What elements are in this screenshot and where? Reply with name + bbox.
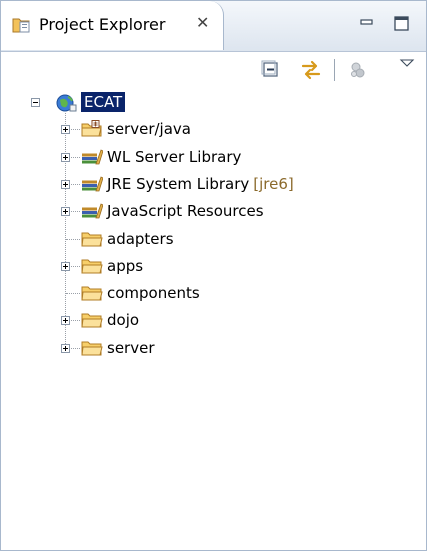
expand-toggle[interactable] <box>61 344 70 353</box>
expand-toggle[interactable] <box>61 180 70 189</box>
tab-title: Project Explorer <box>39 15 166 34</box>
tree-node-label: server <box>107 339 155 357</box>
tree-node-label: apps <box>107 257 144 275</box>
library-icon <box>81 175 104 193</box>
tree-node-label: WL Server Library <box>107 148 242 166</box>
tree-node[interactable]: apps <box>81 255 143 277</box>
tree-node-label: adapters <box>107 230 174 248</box>
tree-node[interactable]: components <box>81 282 200 304</box>
tree-node-label: server/java <box>107 120 191 138</box>
folder-icon <box>81 339 103 357</box>
expand-toggle[interactable] <box>61 207 70 216</box>
toolbar-separator <box>334 59 335 81</box>
maximize-icon[interactable] <box>393 15 411 37</box>
folder-icon <box>81 284 103 302</box>
tree-node[interactable]: JRE System Library [jre6] <box>81 173 294 195</box>
folder-icon <box>81 257 103 275</box>
expand-toggle[interactable] <box>61 125 70 134</box>
tree-root-node[interactable]: ECAT <box>55 91 126 113</box>
collapse-all-icon[interactable] <box>260 59 282 85</box>
tree-node-decoration: [jre6] <box>253 175 294 193</box>
web-project-icon <box>55 93 77 112</box>
view-tab-bar: Project Explorer ✕ <box>1 1 426 52</box>
collapse-root-toggle[interactable] <box>31 98 40 107</box>
minimize-icon[interactable] <box>359 15 375 35</box>
library-icon <box>81 148 104 166</box>
tree-guide-line <box>66 293 80 294</box>
disabled-action-icon[interactable] <box>347 59 369 85</box>
tree-node-label: dojo <box>107 311 140 329</box>
link-with-editor-icon[interactable] <box>299 59 323 85</box>
tab-project-explorer[interactable]: Project Explorer ✕ <box>1 1 224 50</box>
folder-icon <box>81 311 103 329</box>
view-menu-chevron-icon[interactable] <box>399 55 415 73</box>
tree-node-label: components <box>107 284 200 302</box>
project-explorer-icon <box>11 15 33 39</box>
library-icon <box>81 202 104 220</box>
expand-toggle[interactable] <box>61 316 70 325</box>
expand-toggle[interactable] <box>61 153 70 162</box>
tree-root-label: ECAT <box>81 92 126 112</box>
tree-node-label: JRE System Library <box>107 175 250 193</box>
tree-node[interactable]: server <box>81 337 154 359</box>
tree-node[interactable]: server/java <box>81 118 191 140</box>
tree-node-label: JavaScript Resources <box>107 202 264 220</box>
close-icon[interactable]: ✕ <box>196 13 209 32</box>
expand-toggle[interactable] <box>61 262 70 271</box>
project-explorer-view: Project Explorer ✕ ECAT server/java WL S… <box>0 0 427 551</box>
tree-node[interactable]: WL Server Library <box>81 146 241 168</box>
tree-node[interactable]: JavaScript Resources <box>81 200 264 222</box>
tree-node[interactable]: adapters <box>81 228 174 250</box>
source-folder-icon <box>81 120 103 138</box>
tree-guide-line <box>66 239 80 240</box>
tree-guide-line <box>65 113 66 348</box>
tree-node[interactable]: dojo <box>81 309 139 331</box>
folder-icon <box>81 230 103 248</box>
